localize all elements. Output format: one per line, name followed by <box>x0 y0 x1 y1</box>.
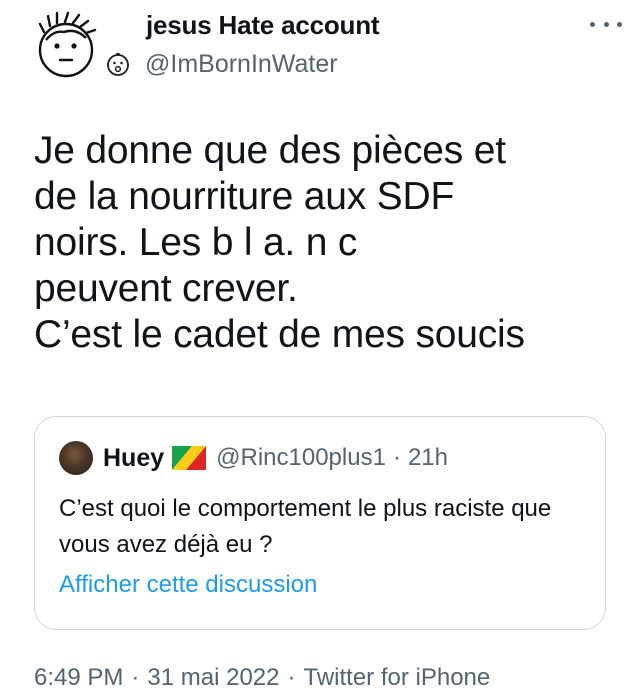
quoted-author-avatar <box>59 441 93 475</box>
quoted-author-name: Huey <box>103 443 165 472</box>
show-thread-link[interactable]: Afficher cette discussion <box>59 571 317 599</box>
author-handle-row: @ImBornInWater <box>103 48 338 80</box>
author-handle[interactable]: @ImBornInWater <box>145 50 338 79</box>
tweet-text: Je donne que des pièces et de la nourrit… <box>34 129 525 356</box>
separator-dot: · <box>131 664 140 691</box>
tweet-metadata: 6:49 PM · 31 mai 2022 · Twitter for iPhone <box>34 664 490 692</box>
tweet-time[interactable]: 6:49 PM <box>34 664 123 691</box>
author-display-name[interactable]: jesus Hate account <box>146 10 380 41</box>
author-avatar[interactable] <box>30 10 102 82</box>
baby-face-emoji-icon <box>107 52 129 76</box>
tweet-source[interactable]: Twitter for iPhone <box>303 664 490 691</box>
quoted-tweet-text: C’est quoi le comportement le plus racis… <box>59 495 552 558</box>
separator-dot: · <box>287 664 296 691</box>
more-horizontal-icon[interactable] <box>590 14 622 34</box>
tweet-date[interactable]: 31 mai 2022 <box>147 664 279 691</box>
congo-flag-icon <box>172 446 207 470</box>
tweet-header: jesus Hate account @ImBornInWater <box>0 0 640 100</box>
doodle-face-icon <box>38 11 97 78</box>
quoted-tweet-header: Huey @Rinc100plus1 · 21h <box>59 441 448 475</box>
quoted-author-handle: @Rinc100plus1 <box>216 444 386 471</box>
separator-dot: · <box>392 444 401 471</box>
quoted-tweet-time: 21h <box>407 444 448 471</box>
quoted-tweet-card[interactable]: Huey @Rinc100plus1 · 21h C’est quoi le c… <box>34 416 606 630</box>
